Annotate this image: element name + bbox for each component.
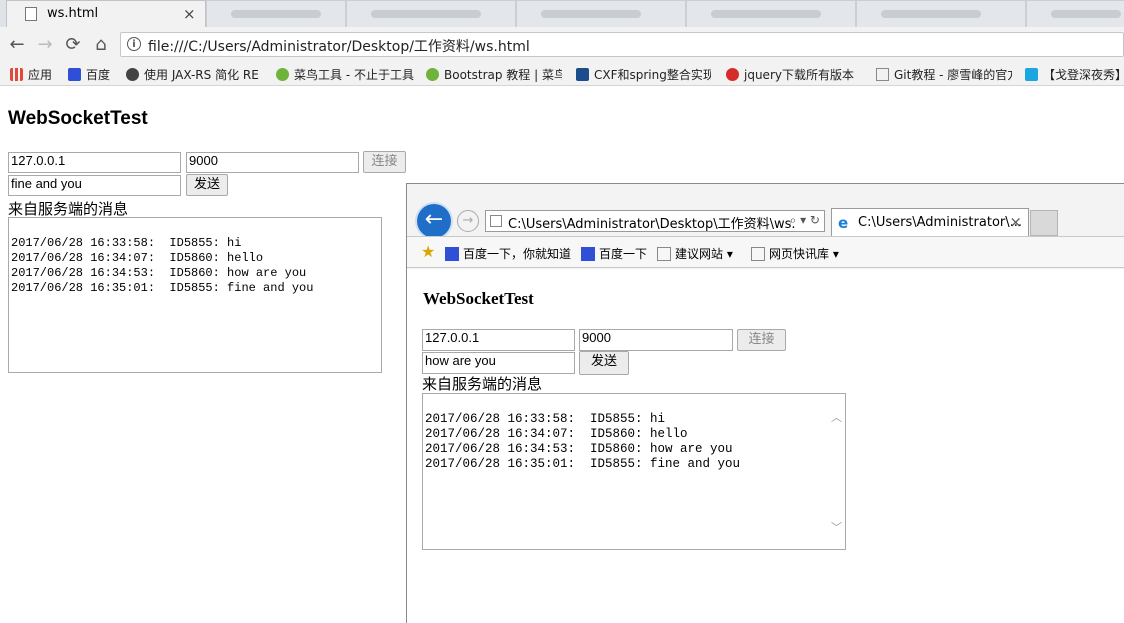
info-icon[interactable]: i [127, 37, 141, 51]
forward-arrow-icon[interactable]: → [34, 34, 56, 55]
home-icon[interactable]: ⌂ [90, 34, 112, 55]
back-arrow-icon[interactable]: ← [6, 34, 28, 55]
baidu-paw-icon [68, 68, 81, 81]
new-tab-button[interactable] [1030, 210, 1058, 236]
scroll-up-icon[interactable]: ︿ [831, 409, 842, 425]
close-tab-icon[interactable]: × [183, 5, 196, 23]
cnblogs-icon [576, 68, 589, 81]
baidu-paw-icon [445, 247, 459, 261]
baidu-paw-icon [581, 247, 595, 261]
ie-url-text[interactable]: C:\Users\Administrator\Desktop\工作资料\ws. [508, 213, 796, 231]
page-title: WebSocketTest [8, 108, 148, 129]
ie-page-icon [657, 247, 671, 261]
ie-window: ← → C:\Users\Administrator\Desktop\工作资料\… [406, 183, 1124, 623]
fav-suggested-sites[interactable]: 建议网站 ▾ [657, 245, 733, 262]
tab-background[interactable] [1026, 0, 1124, 27]
tab-title: ws.html [47, 6, 99, 21]
host-input[interactable]: 127.0.0.1 [422, 329, 575, 351]
bookmark-apps[interactable]: 应用 [10, 66, 52, 83]
message-log[interactable]: 2017/06/28 16:33:58: ID5855: hi 2017/06/… [422, 393, 846, 550]
bookmark-baidu[interactable]: 百度 [68, 66, 110, 83]
page-icon [25, 7, 37, 21]
tab-background[interactable] [346, 0, 516, 27]
runoob-icon [426, 68, 439, 81]
page-title: WebSocketTest [423, 289, 534, 308]
bookmark-bilibili[interactable]: 【戈登深夜秀】 [1025, 66, 1124, 83]
tab-strip: ws.html × [0, 0, 1124, 27]
tab-ws-html[interactable]: ws.html × [6, 0, 206, 27]
ie-logo-icon: e [838, 214, 849, 232]
port-input[interactable]: 9000 [186, 152, 359, 173]
reload-icon[interactable]: ⟳ [62, 34, 84, 55]
messages-label: 来自服务端的消息 [8, 200, 129, 218]
apps-grid-icon [10, 68, 23, 81]
share-icon [126, 68, 139, 81]
tab-background[interactable] [206, 0, 346, 27]
tab-background[interactable] [686, 0, 856, 27]
bookmark-runoob-tools[interactable]: 菜鸟工具 - 不止于工具 [276, 66, 414, 83]
connect-button[interactable]: 连接 [363, 151, 406, 173]
ie-tab-title: C:\Users\Administrator\... [858, 215, 1023, 230]
bilibili-icon [1025, 68, 1038, 81]
search-refresh-icon[interactable]: ⌕ ▾ ↻ [790, 213, 820, 228]
bookmark-jquery[interactable]: jquery下载所有版本（ [726, 66, 862, 83]
messages-label: 来自服务端的消息 [422, 375, 543, 393]
bookmark-git[interactable]: Git教程 - 廖雪峰的官方 [876, 66, 1012, 83]
page-icon [490, 215, 502, 227]
ie-tab[interactable]: e C:\Users\Administrator\... × [831, 208, 1029, 236]
message-input[interactable]: how are you [422, 352, 575, 374]
message-log[interactable]: 2017/06/28 16:33:58: ID5855: hi 2017/06/… [8, 217, 382, 373]
send-button[interactable]: 发送 [186, 174, 228, 196]
fav-web-slice[interactable]: 网页快讯库 ▾ [751, 245, 839, 262]
message-input[interactable]: fine and you [8, 175, 181, 196]
ie-address-bar[interactable]: C:\Users\Administrator\Desktop\工作资料\ws. … [485, 210, 825, 232]
ie-forward-icon[interactable]: → [457, 210, 479, 232]
host-input[interactable]: 127.0.0.1 [8, 152, 181, 173]
fav-baidu-full[interactable]: 百度一下，你就知道 [445, 245, 571, 262]
q-icon [726, 68, 739, 81]
ie-page-icon [751, 247, 765, 261]
url-text[interactable]: file:///C:/Users/Administrator/Desktop/工… [148, 36, 530, 56]
bookmark-jax-rs[interactable]: 使用 JAX-RS 简化 RE [126, 66, 261, 83]
browser-toolbar: ← → ⟳ ⌂ i file:///C:/Users/Administrator… [0, 27, 1124, 63]
port-input[interactable]: 9000 [579, 329, 733, 351]
bookmark-bootstrap[interactable]: Bootstrap 教程 | 菜鸟 [426, 66, 562, 83]
ie-page-content: WebSocketTest 127.0.0.1 9000 连接 how are … [407, 269, 1124, 623]
page-icon [876, 68, 889, 81]
bookmarks-bar: 应用 百度 使用 JAX-RS 简化 RE 菜鸟工具 - 不止于工具 Boots… [0, 63, 1124, 86]
bookmark-cxf-spring[interactable]: CXF和spring整合实现 [576, 66, 711, 83]
tab-background[interactable] [856, 0, 1026, 27]
close-tab-icon[interactable]: × [1009, 213, 1022, 231]
fav-baidu[interactable]: 百度一下 [581, 245, 647, 262]
address-bar[interactable]: i file:///C:/Users/Administrator/Desktop… [120, 32, 1124, 57]
tab-background[interactable] [516, 0, 686, 27]
runoob-icon [276, 68, 289, 81]
scroll-down-icon[interactable]: ﹀ [831, 519, 842, 535]
star-icon[interactable]: ★ [421, 242, 435, 261]
ie-favorites-bar: ★ 百度一下，你就知道 百度一下 建议网站 ▾ 网页快讯库 ▾ [407, 236, 1124, 268]
connect-button[interactable]: 连接 [737, 329, 786, 351]
send-button[interactable]: 发送 [579, 351, 629, 375]
ie-back-icon[interactable]: ← [417, 204, 451, 238]
